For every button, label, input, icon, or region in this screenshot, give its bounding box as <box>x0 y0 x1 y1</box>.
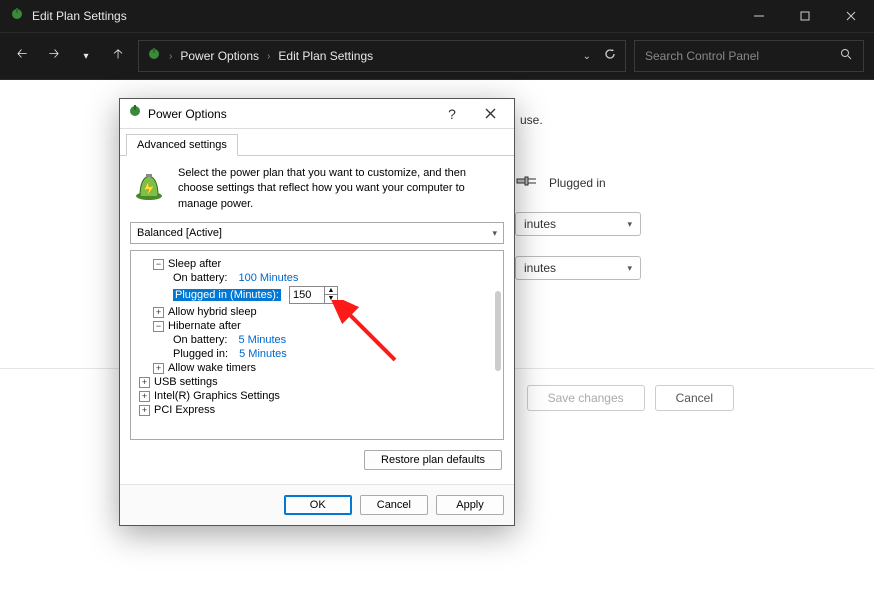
collapse-icon[interactable]: − <box>153 321 164 332</box>
power-options-dialog: Power Options ? Advanced settings Select… <box>119 98 515 526</box>
tree-pci-express[interactable]: PCI Express <box>154 404 215 416</box>
chevron-down-icon: ▾ <box>492 228 497 239</box>
sleep-battery-label: On battery: <box>173 272 227 284</box>
tree-sleep-after[interactable]: Sleep after <box>168 258 221 270</box>
toolbar: 🡠 🡢 ▾ 🡡 › Power Options › Edit Plan Sett… <box>0 32 874 80</box>
bg-text-fragment: use. <box>520 113 543 127</box>
search-icon <box>840 48 853 64</box>
battery-icon <box>130 166 168 204</box>
hib-plugged-value[interactable]: 5 Minutes <box>239 348 287 360</box>
sleep-plugged-label[interactable]: Plugged in (Minutes): <box>173 289 281 301</box>
help-button[interactable]: ? <box>436 106 468 122</box>
save-changes-button[interactable]: Save changes <box>527 385 645 411</box>
tree-allow-hybrid[interactable]: Allow hybrid sleep <box>168 306 257 318</box>
breadcrumb-bar[interactable]: › Power Options › Edit Plan Settings ⌄ <box>138 40 626 72</box>
sleep-plugged-spinner[interactable]: ▲▼ <box>289 286 338 304</box>
chevron-right-icon: › <box>267 51 270 62</box>
hib-battery-value[interactable]: 5 Minutes <box>238 334 286 346</box>
tree-hibernate-after[interactable]: Hibernate after <box>168 320 241 332</box>
ok-button[interactable]: OK <box>284 495 352 515</box>
close-button[interactable] <box>828 0 874 32</box>
recent-dropdown[interactable]: ▾ <box>74 51 98 62</box>
back-button[interactable]: 🡠 <box>10 45 34 67</box>
spin-down[interactable]: ▼ <box>325 295 337 303</box>
plugged-in-label-row: Plugged in <box>515 174 606 191</box>
power-icon <box>147 47 161 66</box>
cancel-button[interactable]: Cancel <box>360 495 428 515</box>
dialog-close-button[interactable] <box>474 106 506 122</box>
tree-usb[interactable]: USB settings <box>154 376 218 388</box>
window-title: Edit Plan Settings <box>32 9 127 23</box>
plan-select[interactable]: Balanced [Active] ▾ <box>130 222 504 244</box>
plug-icon <box>515 174 541 191</box>
expand-icon[interactable]: + <box>139 377 150 388</box>
power-icon <box>128 104 142 123</box>
hib-plugged-label: Plugged in: <box>173 348 228 360</box>
minimize-button[interactable] <box>736 0 782 32</box>
search-placeholder: Search Control Panel <box>645 49 759 63</box>
tree-allow-wake[interactable]: Allow wake timers <box>168 362 256 374</box>
plugged-in-label: Plugged in <box>549 176 606 190</box>
dialog-intro-text: Select the power plan that you want to c… <box>178 166 504 212</box>
bg-select-2[interactable]: inutes▾ <box>515 256 641 280</box>
dialog-titlebar[interactable]: Power Options ? <box>120 99 514 129</box>
breadcrumb-edit-plan[interactable]: Edit Plan Settings <box>278 49 373 63</box>
expand-icon[interactable]: + <box>139 405 150 416</box>
apply-button[interactable]: Apply <box>436 495 504 515</box>
sleep-battery-value[interactable]: 100 Minutes <box>238 272 298 284</box>
expand-icon[interactable]: + <box>153 307 164 318</box>
restore-defaults-button[interactable]: Restore plan defaults <box>364 450 502 470</box>
collapse-icon[interactable]: − <box>153 259 164 270</box>
settings-tree[interactable]: −Sleep after On battery: 100 Minutes Plu… <box>130 250 504 440</box>
forward-button[interactable]: 🡢 <box>42 45 66 67</box>
window-titlebar: Edit Plan Settings <box>0 0 874 32</box>
chevron-right-icon: › <box>169 51 172 62</box>
plan-select-value: Balanced [Active] <box>137 227 222 239</box>
app-icon <box>10 7 24 26</box>
bg-select-1[interactable]: inutes▾ <box>515 212 641 236</box>
breadcrumb-power-options[interactable]: Power Options <box>180 49 259 63</box>
search-input[interactable]: Search Control Panel <box>634 40 864 72</box>
scrollbar-thumb[interactable] <box>495 291 501 371</box>
expand-icon[interactable]: + <box>139 391 150 402</box>
expand-icon[interactable]: + <box>153 363 164 374</box>
spin-up[interactable]: ▲ <box>325 287 337 295</box>
sleep-plugged-input[interactable] <box>290 288 324 302</box>
refresh-button[interactable] <box>603 47 617 66</box>
cancel-button-bg[interactable]: Cancel <box>655 385 734 411</box>
tree-intel-graphics[interactable]: Intel(R) Graphics Settings <box>154 390 280 402</box>
hib-battery-label: On battery: <box>173 334 227 346</box>
breadcrumb-dropdown[interactable]: ⌄ <box>583 51 591 62</box>
maximize-button[interactable] <box>782 0 828 32</box>
dialog-title: Power Options <box>148 107 430 121</box>
up-button[interactable]: 🡡 <box>106 45 130 67</box>
tab-advanced-settings[interactable]: Advanced settings <box>126 134 238 156</box>
